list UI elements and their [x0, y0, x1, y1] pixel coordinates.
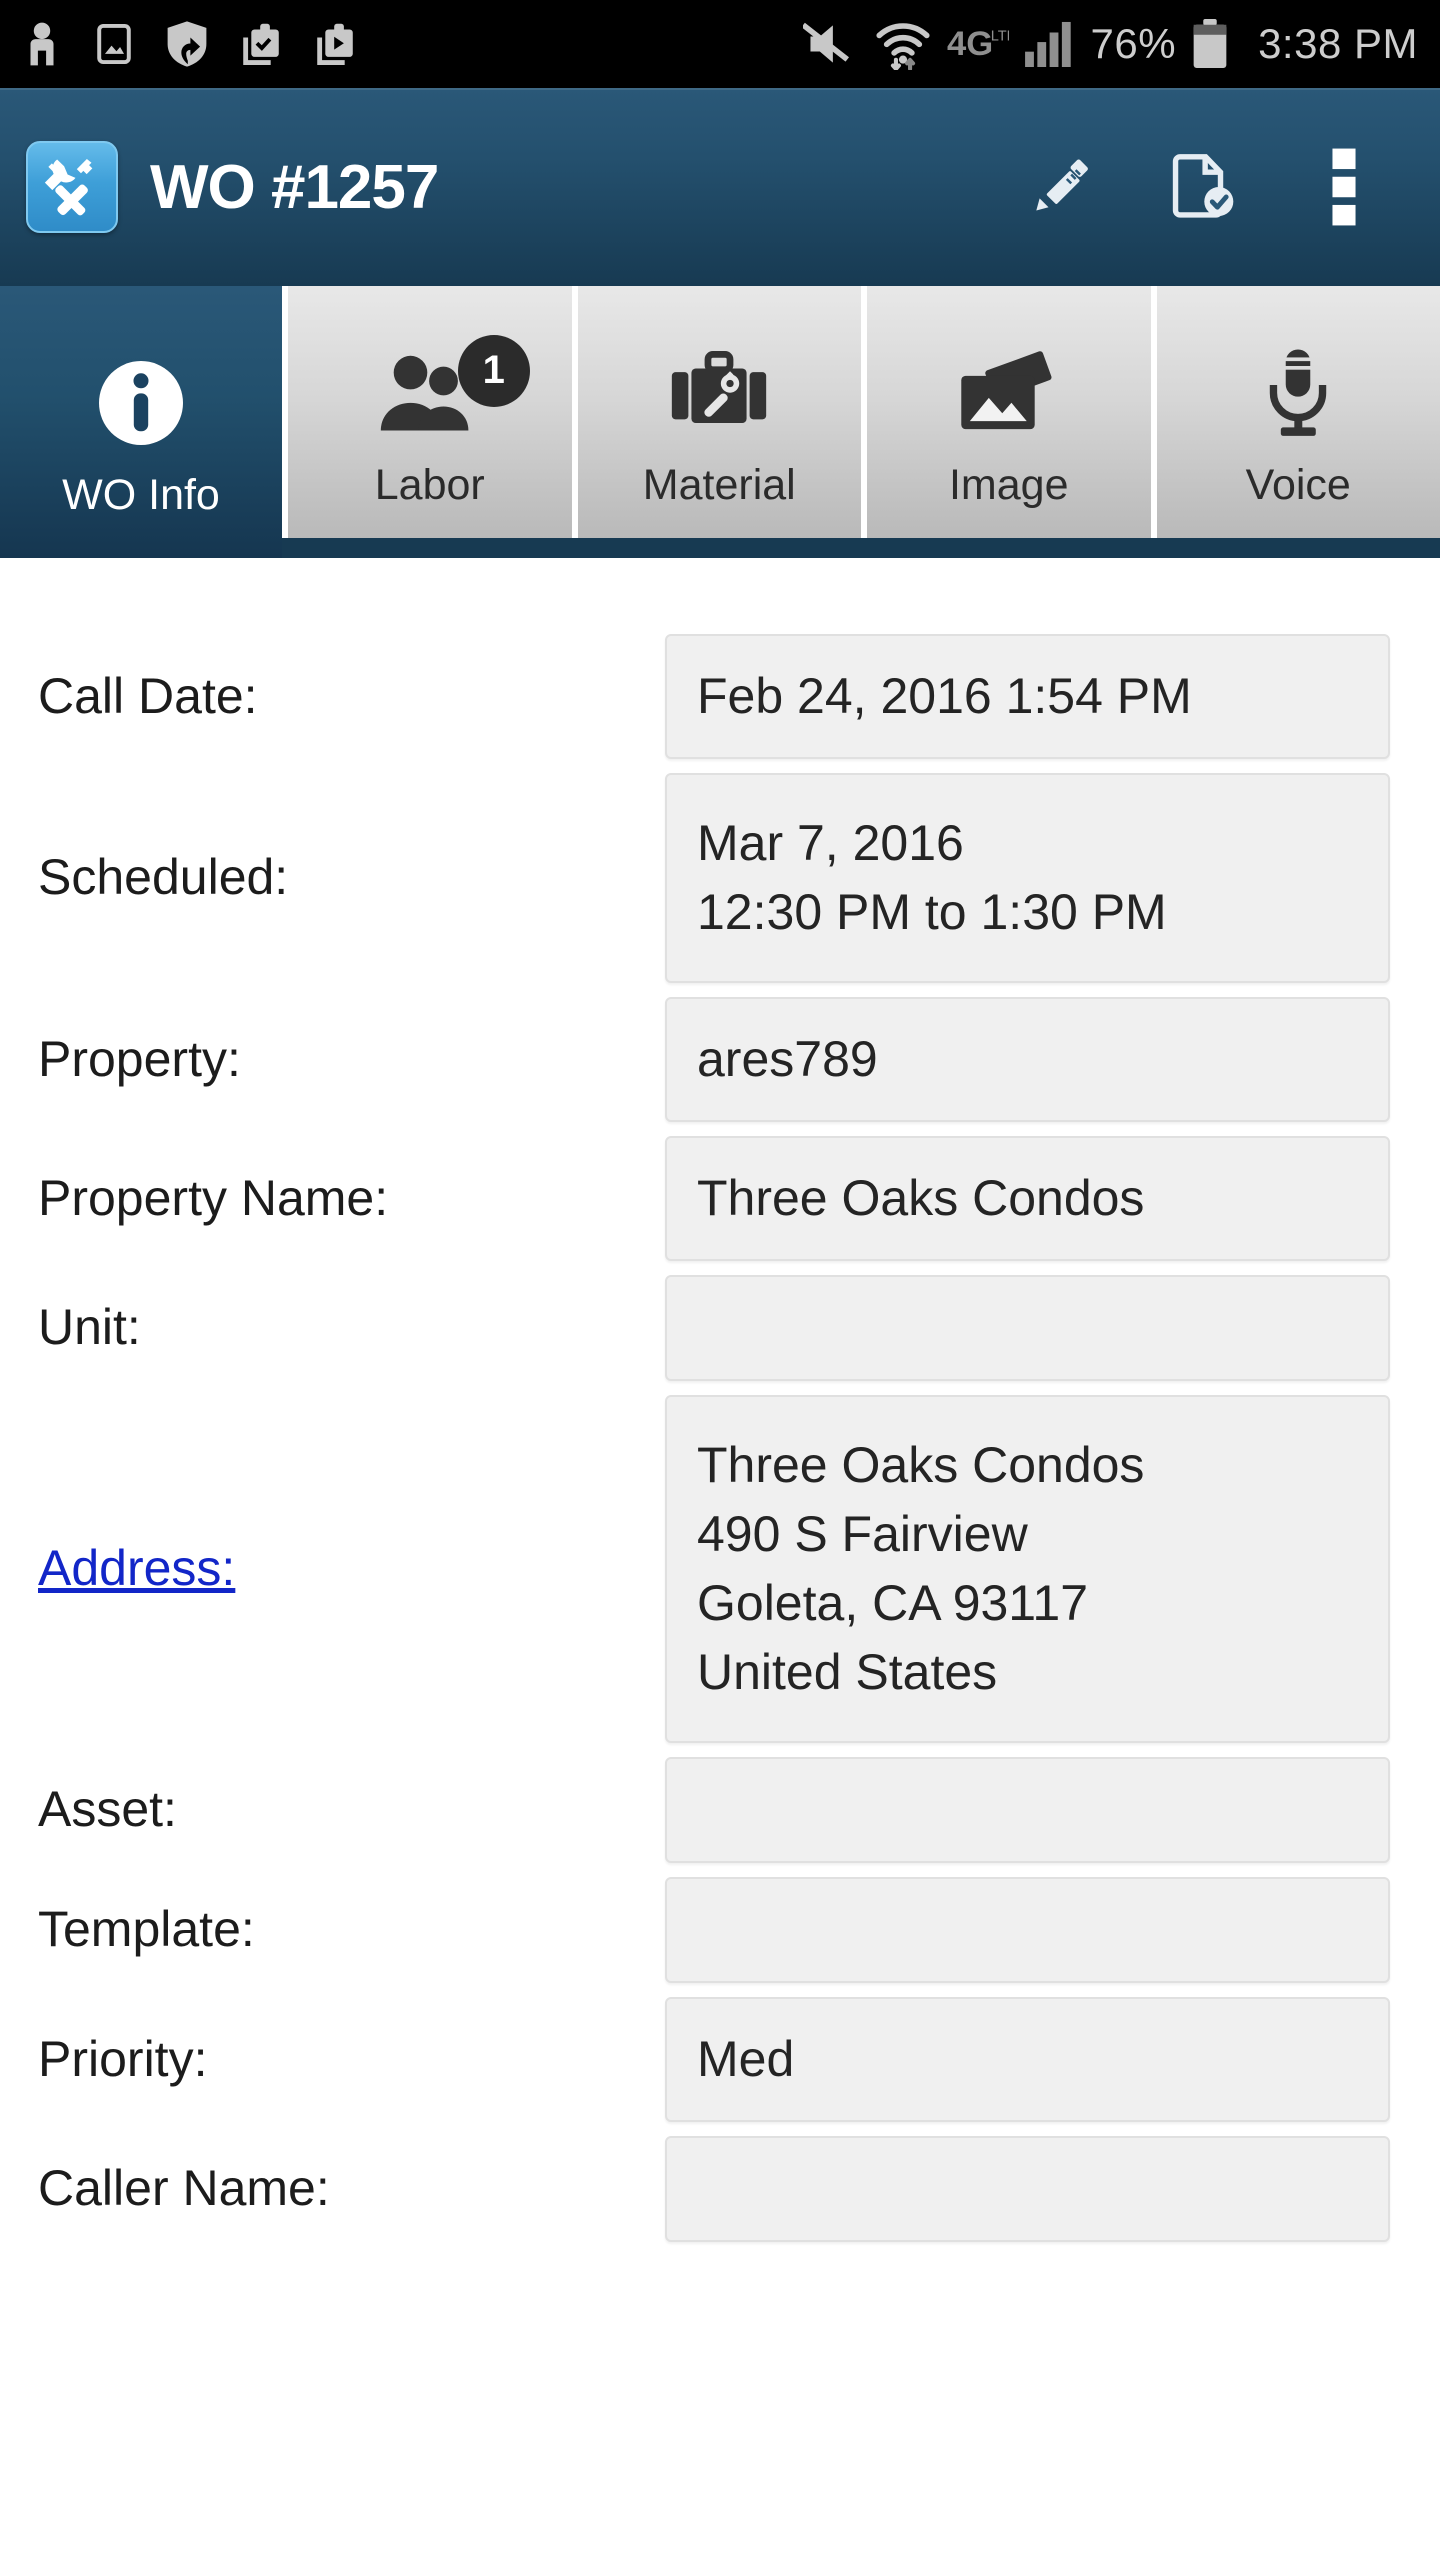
- tab-label: Labor: [374, 460, 485, 509]
- tab-icon-wrap: [578, 333, 862, 453]
- signal-bars-icon: [1024, 21, 1071, 67]
- field-label: Template:: [38, 1901, 255, 1958]
- mute-icon: [802, 22, 849, 63]
- svg-text:4G: 4G: [947, 25, 993, 63]
- field-row-property: Property: ares789: [0, 997, 1440, 1122]
- field-row-unit: Unit:: [0, 1275, 1440, 1381]
- overflow-menu-button[interactable]: [1274, 88, 1414, 286]
- toolbox-icon: [672, 350, 767, 423]
- field-value-property[interactable]: ares789: [665, 997, 1390, 1122]
- field-label: Property:: [38, 1030, 241, 1087]
- tab-label: Image: [948, 460, 1069, 509]
- tab-voice[interactable]: Voice: [1150, 286, 1440, 538]
- field-value-scheduled[interactable]: Mar 7, 2016 12:30 PM to 1:30 PM: [665, 773, 1390, 983]
- app-header: WO #1257: [0, 88, 1440, 286]
- field-label: Property Name:: [38, 1169, 389, 1226]
- tab-wo-info[interactable]: WO Info: [0, 286, 282, 558]
- clipboard-check-icon: [243, 23, 279, 65]
- field-value-call-date[interactable]: Feb 24, 2016 1:54 PM: [665, 634, 1390, 759]
- field-row-asset: Asset:: [0, 1757, 1440, 1863]
- field-label: Caller Name:: [38, 2160, 330, 2217]
- status-bar: 4G LTE 76% 3:38 PM: [0, 0, 1440, 88]
- svg-text:LTE: LTE: [990, 28, 1008, 44]
- field-row-address: Address: Three Oaks Condos 490 S Fairvie…: [0, 1395, 1440, 1743]
- clipboard-play-icon: [317, 23, 353, 65]
- page-title: WO #1257: [150, 152, 439, 222]
- field-label: Call Date:: [38, 667, 258, 724]
- wo-info-form: Call Date: Feb 24, 2016 1:54 PM Schedule…: [0, 558, 1440, 2242]
- tab-material[interactable]: Material: [571, 286, 862, 538]
- tab-bar: WO Info 1 Labor Material Image Voice: [0, 286, 1440, 558]
- battery-icon: [1193, 19, 1227, 69]
- battery-percent-label: 76%: [1090, 20, 1177, 67]
- wifi-icon: [875, 23, 930, 70]
- tab-icon-wrap: 1: [288, 333, 572, 453]
- field-row-call-date: Call Date: Feb 24, 2016 1:54 PM: [0, 634, 1440, 759]
- tab-labor[interactable]: 1 Labor: [282, 286, 572, 538]
- field-label: Unit:: [38, 1299, 141, 1356]
- field-row-property-name: Property Name: Three Oaks Condos: [0, 1136, 1440, 1261]
- photo-icon: [97, 23, 131, 65]
- shield-update-icon: [167, 21, 207, 67]
- photos-icon: [961, 350, 1052, 429]
- complete-wo-button[interactable]: [1134, 88, 1274, 286]
- field-label: Priority:: [38, 2030, 208, 2087]
- field-row-priority: Priority: Med: [0, 1997, 1440, 2122]
- address-link[interactable]: Address:: [38, 1540, 665, 1598]
- person-icon: [30, 22, 54, 66]
- field-value-unit[interactable]: [665, 1275, 1390, 1381]
- field-row-template: Template:: [0, 1877, 1440, 1983]
- field-row-caller-name: Caller Name:: [0, 2136, 1440, 2242]
- field-label: Scheduled:: [38, 849, 289, 906]
- tab-icon-wrap: [867, 333, 1151, 453]
- status-clock: 3:38 PM: [1258, 20, 1418, 67]
- tab-label: Voice: [1245, 460, 1351, 509]
- tab-label: WO Info: [62, 470, 220, 519]
- edit-button[interactable]: [994, 88, 1134, 286]
- tab-label: Material: [642, 460, 796, 509]
- field-value-property-name[interactable]: Three Oaks Condos: [665, 1136, 1390, 1261]
- 4glte-icon: 4G LTE: [947, 25, 1009, 63]
- microphone-icon: [1270, 348, 1327, 436]
- field-value-asset[interactable]: [665, 1757, 1390, 1863]
- field-value-address[interactable]: Three Oaks Condos 490 S Fairview Goleta,…: [665, 1395, 1390, 1743]
- info-circle-icon: [99, 360, 183, 445]
- tab-image[interactable]: Image: [861, 286, 1151, 538]
- header-actions: [994, 88, 1414, 286]
- field-value-caller-name[interactable]: [665, 2136, 1390, 2242]
- field-row-scheduled: Scheduled: Mar 7, 2016 12:30 PM to 1:30 …: [0, 773, 1440, 983]
- field-label: Asset:: [38, 1781, 177, 1838]
- status-bar-left-icons: [22, 20, 356, 68]
- tab-icon-wrap: [1157, 333, 1440, 453]
- wrench-hammer-icon: [26, 141, 118, 233]
- status-badge: 1: [457, 334, 530, 407]
- field-value-template[interactable]: [665, 1877, 1390, 1983]
- field-value-priority[interactable]: Med: [665, 1997, 1390, 2122]
- tab-icon-wrap: [0, 343, 282, 463]
- status-bar-right-icons: 4G LTE 76% 3:38 PM: [802, 18, 1418, 70]
